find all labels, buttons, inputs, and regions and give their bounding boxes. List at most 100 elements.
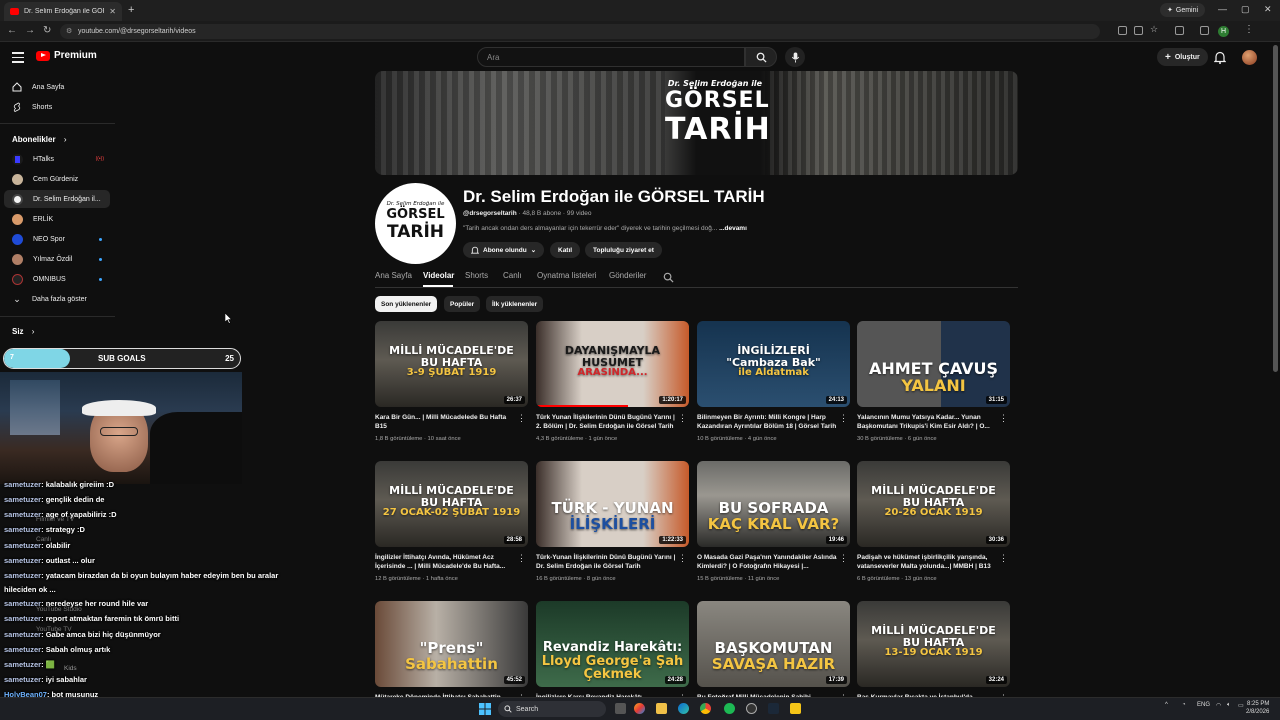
volume-icon[interactable]: 🔈︎ bbox=[1227, 702, 1231, 709]
tray-chevron-icon[interactable]: ^ bbox=[1165, 702, 1168, 708]
you-heading[interactable]: Siz › bbox=[12, 327, 34, 336]
join-button[interactable]: Katıl bbox=[550, 242, 581, 258]
windows-start-icon[interactable] bbox=[479, 703, 491, 715]
channel-avatar-large[interactable]: Dr. Selim Erdoğan ile GÖRSEL TARİH bbox=[375, 183, 456, 264]
video-thumbnail[interactable]: AHMET ÇAVUŞ YALANI 31:15 bbox=[857, 321, 1010, 407]
video-card[interactable]: DAYANIŞMAYLA HUSUMET ARASINDA... 1:20:17 Tür… bbox=[536, 321, 689, 451]
voice-search-button[interactable] bbox=[785, 47, 805, 67]
video-thumbnail[interactable]: BAŞKOMUTAN SAVAŞA HAZIR 17:39 bbox=[697, 601, 850, 687]
sidebar-item-selim-erdogan[interactable]: Dr. Selim Erdoğan il... bbox=[4, 190, 110, 208]
video-more-options-icon[interactable]: ⋮ bbox=[839, 414, 848, 423]
video-thumbnail[interactable]: DAYANIŞMAYLA HUSUMET ARASINDA... 1:20:17 bbox=[536, 321, 689, 407]
video-more-options-icon[interactable]: ⋮ bbox=[999, 554, 1008, 563]
minimize-button[interactable]: — bbox=[1218, 4, 1227, 14]
channel-description[interactable]: "Tarih ancak ondan ders almayanlar için … bbox=[463, 225, 747, 232]
close-window-button[interactable]: ✕ bbox=[1264, 4, 1272, 15]
wifi-icon[interactable]: ◠ bbox=[1216, 702, 1221, 709]
forward-arrow-icon[interactable]: → bbox=[25, 25, 35, 36]
notes-icon[interactable] bbox=[790, 703, 801, 714]
chip-oldest[interactable]: İlk yüklenenler bbox=[486, 296, 544, 312]
video-thumbnail[interactable]: MİLLİ MÜCADELE'DE BU HAFTA 3-9 ŞUBAT 1919 2… bbox=[375, 321, 528, 407]
sidepanel-icon[interactable] bbox=[1200, 26, 1209, 35]
description-more-link[interactable]: ...devamı bbox=[719, 225, 747, 232]
notifications-bell-icon[interactable] bbox=[1214, 51, 1226, 64]
video-title[interactable]: İngilizler İttihatçı Avında, Hükümet Acz… bbox=[375, 553, 515, 571]
copilot-icon[interactable] bbox=[634, 703, 645, 714]
sidebar-item-erlik[interactable]: ERLİK bbox=[4, 210, 110, 228]
video-card[interactable]: BAŞKOMUTANSAVAŞA HAZIR17:39Bu Fotoğraf M… bbox=[697, 601, 850, 697]
channel-search-icon[interactable] bbox=[663, 272, 674, 283]
sidebar-item-shorts[interactable]: Shorts bbox=[4, 98, 110, 116]
url-field[interactable]: ⚙ youtube.com/@drsegorseltarih/videos bbox=[60, 24, 1100, 39]
clock[interactable]: 8:25 PM 2/8/2026 bbox=[1246, 700, 1269, 716]
sidebar-item-htalks[interactable]: HTalks ((•)) bbox=[4, 150, 110, 168]
site-info-icon[interactable]: ⚙ bbox=[66, 27, 72, 35]
sidebar-item-yilmaz-ozdil[interactable]: Yılmaz Özdil bbox=[4, 250, 110, 268]
video-title[interactable]: O Masada Gazi Paşa'nın Yanındakiler Aslı… bbox=[697, 553, 837, 571]
video-thumbnail[interactable]: TÜRK - YUNAN İLİŞKİLERİ 1:22:33 bbox=[536, 461, 689, 547]
chip-popular[interactable]: Popüler bbox=[444, 296, 481, 312]
tab-videos[interactable]: Videolar bbox=[423, 271, 454, 280]
video-more-options-icon[interactable]: ⋮ bbox=[517, 414, 526, 423]
video-card[interactable]: Revandiz Harekâtı: Lloyd George'a Şah Çek… bbox=[536, 601, 689, 697]
bookmark-star-icon[interactable]: ☆ bbox=[1150, 24, 1158, 35]
task-view-icon[interactable] bbox=[615, 703, 626, 714]
video-more-options-icon[interactable]: ⋮ bbox=[678, 414, 687, 423]
reload-icon[interactable]: ↻ bbox=[43, 25, 51, 36]
sidebar-item-neo-spor[interactable]: NEO Spor bbox=[4, 230, 110, 248]
video-more-options-icon[interactable]: ⋮ bbox=[678, 554, 687, 563]
account-avatar[interactable] bbox=[1242, 50, 1257, 65]
steam-icon[interactable] bbox=[768, 703, 779, 714]
video-thumbnail[interactable]: Revandiz Harekâtı: Lloyd George'a Şah Çek… bbox=[536, 601, 689, 687]
sidebar-item-omnibus[interactable]: OMNIBUS bbox=[4, 270, 110, 288]
video-card[interactable]: "Prens"Sabahattin45:52Mütareke Döneminde… bbox=[375, 601, 528, 697]
video-card[interactable]: MİLLİ MÜCADELE'DE BU HAFTA 20-26 OCAK 1919… bbox=[857, 461, 1010, 591]
subscriptions-heading[interactable]: Abonelikler › bbox=[12, 135, 66, 144]
create-button[interactable]: + Oluştur bbox=[1157, 48, 1208, 66]
subscribed-button[interactable]: Abone olundu ⌄ bbox=[463, 242, 545, 258]
video-title[interactable]: Kara Bir Gün... | Milli Mücadelede Bu Ha… bbox=[375, 413, 515, 431]
video-thumbnail[interactable]: MİLLİ MÜCADELE'DE BU HAFTA 13-19 OCAK 1919… bbox=[857, 601, 1010, 687]
video-title[interactable]: Bilinmeyen Bir Ayrıntı: Milli Kongre | H… bbox=[697, 413, 837, 431]
maximize-button[interactable]: ▢ bbox=[1241, 4, 1250, 15]
gemini-button[interactable]: ✦ Gemini bbox=[1160, 3, 1206, 17]
video-more-options-icon[interactable]: ⋮ bbox=[999, 414, 1008, 423]
video-card[interactable]: AHMET ÇAVUŞ YALANI 31:15 Yalancının Mumu Ya… bbox=[857, 321, 1010, 451]
file-explorer-icon[interactable] bbox=[656, 703, 667, 714]
video-title[interactable]: Padişah ve hükümet işbirlikçilik yarışın… bbox=[857, 553, 997, 571]
tab-shorts[interactable]: Shorts bbox=[465, 271, 488, 280]
taskbar-search[interactable]: Search bbox=[498, 701, 606, 717]
video-thumbnail[interactable]: BU SOFRADA KAÇ KRAL VAR? 19:46 bbox=[697, 461, 850, 547]
youtube-logo[interactable]: Premium bbox=[36, 50, 97, 61]
video-title[interactable]: Türk Yunan İlişkilerinin Dünü Bugünü Yar… bbox=[536, 413, 676, 431]
search-button[interactable] bbox=[745, 47, 777, 67]
video-card[interactable]: BU SOFRADA KAÇ KRAL VAR? 19:46 O Masada Gaz… bbox=[697, 461, 850, 591]
obs-icon[interactable] bbox=[746, 703, 757, 714]
close-tab-icon[interactable]: ✕ bbox=[109, 7, 116, 16]
video-card[interactable]: TÜRK - YUNAN İLİŞKİLERİ 1:22:33 Türk-Yunan … bbox=[536, 461, 689, 591]
tab-home[interactable]: Ana Sayfa bbox=[375, 271, 412, 280]
visit-community-button[interactable]: Topluluğu ziyaret et bbox=[585, 242, 662, 258]
tray-app-icon[interactable]: ◔ bbox=[1182, 702, 1186, 708]
input-language[interactable]: ENG bbox=[1197, 702, 1210, 708]
video-thumbnail[interactable]: "Prens" Sabahattin 45:52 bbox=[375, 601, 528, 687]
back-arrow-icon[interactable]: ← bbox=[7, 25, 17, 36]
video-card[interactable]: MİLLİ MÜCADELE'DE BU HAFTA 13-19 OCAK 1919… bbox=[857, 601, 1010, 697]
video-card[interactable]: MİLLİ MÜCADELE'DE BU HAFTA 3-9 ŞUBAT 1919 2… bbox=[375, 321, 528, 451]
menu-hamburger-icon[interactable] bbox=[12, 52, 24, 66]
video-more-options-icon[interactable]: ⋮ bbox=[839, 554, 848, 563]
video-title[interactable]: Yalancının Mumu Yatsıya Kadar... Yunan B… bbox=[857, 413, 997, 431]
video-title[interactable]: Türk-Yunan İlişkilerinin Dünü Bugünü Yar… bbox=[536, 553, 676, 571]
video-more-options-icon[interactable]: ⋮ bbox=[517, 554, 526, 563]
search-input[interactable]: Ara bbox=[477, 47, 745, 67]
translate-icon[interactable] bbox=[1118, 26, 1127, 35]
browser-profile-avatar[interactable]: H bbox=[1218, 26, 1229, 37]
tab-posts[interactable]: Gönderiler bbox=[609, 271, 646, 280]
tab-live[interactable]: Canlı bbox=[503, 271, 522, 280]
cast-icon[interactable] bbox=[1134, 26, 1143, 35]
tab-playlists[interactable]: Oynatma listeleri bbox=[537, 271, 597, 280]
sidebar-show-more[interactable]: ⌄ Daha fazla göster bbox=[4, 290, 110, 308]
video-card[interactable]: İNGİLİZLERİ "Cambaza Bak" ile Aldatmak 24:1… bbox=[697, 321, 850, 451]
extensions-icon[interactable] bbox=[1175, 26, 1184, 35]
sidebar-item-cem-gurdeniz[interactable]: Cem Gürdeniz bbox=[4, 170, 110, 188]
